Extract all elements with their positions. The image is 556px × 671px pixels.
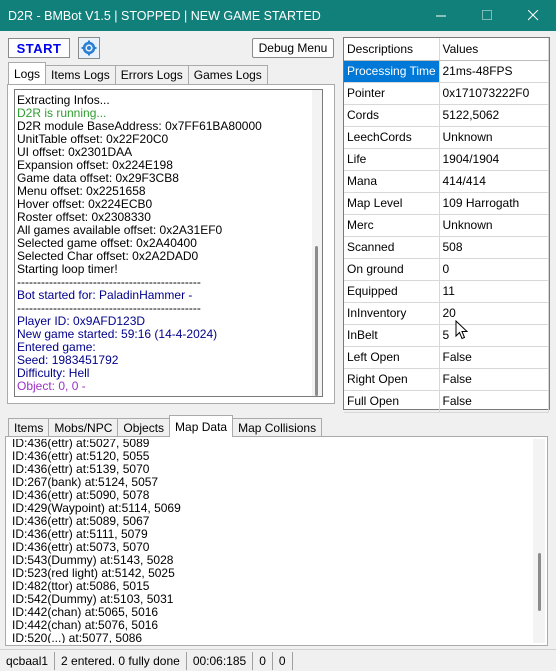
- log-lines: Extracting Infos... D2R is running... D2R …: [15, 90, 322, 393]
- property-row[interactable]: Life 1904/1904: [344, 148, 549, 171]
- property-value[interactable]: 414/414: [439, 170, 549, 193]
- property-key[interactable]: Pointer: [344, 82, 440, 105]
- logs-panel: Extracting Infos... D2R is running... D2R …: [7, 84, 335, 404]
- map-data-panel: ID:436(ettr) at:5027, 5089 ID:436(ettr) a…: [5, 436, 548, 646]
- property-row[interactable]: Processing Time 21ms-48FPS: [344, 60, 549, 83]
- property-row[interactable]: InBelt 5: [344, 324, 549, 347]
- properties-grid: Descriptions Values Processing Time 21ms-…: [343, 37, 550, 413]
- property-value[interactable]: 1904/1904: [439, 148, 549, 171]
- map-data-line: ID:520(...) at:5077, 5086: [12, 631, 143, 644]
- property-value[interactable]: 508: [439, 236, 549, 259]
- status-counter-1: 0: [253, 651, 273, 670]
- map-data-lines: ID:436(ettr) at:5027, 5089 ID:436(ettr) a…: [8, 439, 181, 643]
- property-key[interactable]: Right Open: [344, 368, 440, 391]
- property-row[interactable]: Pointer 0x171073222F0: [344, 82, 549, 105]
- property-key[interactable]: Cords: [344, 104, 440, 127]
- status-time: 00:06:185: [187, 651, 254, 670]
- column-header-descriptions[interactable]: Descriptions: [344, 38, 440, 61]
- property-key[interactable]: On ground: [344, 258, 440, 281]
- minimize-icon[interactable]: [418, 0, 464, 31]
- log-tabs: Logs Items Logs Errors Logs Games Logs: [8, 62, 268, 84]
- property-value[interactable]: Unknown: [439, 126, 549, 149]
- status-counter-2: 0: [273, 651, 293, 670]
- property-value[interactable]: 0: [439, 258, 549, 281]
- tab-games-logs[interactable]: Games Logs: [187, 65, 268, 84]
- property-row[interactable]: LeechCords Unknown: [344, 126, 549, 149]
- property-key[interactable]: Merc: [344, 214, 440, 237]
- property-value[interactable]: Unknown: [439, 214, 549, 237]
- property-row[interactable]: Cords 5122,5062: [344, 104, 549, 127]
- property-key[interactable]: InBelt: [344, 324, 440, 347]
- property-key[interactable]: Mana: [344, 170, 440, 193]
- tab-logs[interactable]: Logs: [8, 62, 47, 84]
- property-key[interactable]: LeechCords: [344, 126, 440, 149]
- property-key[interactable]: Processing Time: [344, 60, 440, 83]
- gear-icon: [81, 40, 97, 56]
- tab-items[interactable]: Items: [8, 418, 50, 437]
- column-header-values[interactable]: Values: [439, 38, 549, 61]
- close-icon[interactable]: [510, 0, 556, 31]
- property-key[interactable]: Scanned: [344, 236, 440, 259]
- property-value[interactable]: 5122,5062: [439, 104, 549, 127]
- property-key[interactable]: Life: [344, 148, 440, 171]
- property-row[interactable]: Map Level 109 Harrogath: [344, 192, 549, 215]
- property-value[interactable]: False: [439, 368, 549, 391]
- map-tabs: Items Mobs/NPC Objects Map Data Map Coll…: [8, 415, 323, 437]
- status-account: qcbaal1: [0, 651, 56, 670]
- log-scrollbar[interactable]: [312, 90, 322, 396]
- property-row[interactable]: Equipped 11: [344, 280, 549, 303]
- mouse-cursor-icon: [455, 320, 469, 340]
- window-title: D2R - BMBot V1.5 | STOPPED | NEW GAME ST…: [8, 8, 321, 23]
- tab-map-collisions[interactable]: Map Collisions: [232, 418, 323, 437]
- tab-objects[interactable]: Objects: [117, 418, 171, 437]
- property-key[interactable]: Left Open: [344, 346, 440, 369]
- maximize-icon: [464, 0, 510, 31]
- settings-button[interactable]: [78, 37, 100, 59]
- tab-map-data[interactable]: Map Data: [169, 415, 234, 437]
- property-key[interactable]: Map Level: [344, 192, 440, 215]
- map-data-textbox[interactable]: ID:436(ettr) at:5027, 5089 ID:436(ettr) a…: [8, 439, 545, 643]
- property-value[interactable]: 109 Harrogath: [439, 192, 549, 215]
- log-textbox[interactable]: Extracting Infos... D2R is running... D2R …: [14, 89, 323, 397]
- title-bar: D2R - BMBot V1.5 | STOPPED | NEW GAME ST…: [0, 0, 556, 31]
- property-value[interactable]: 11: [439, 280, 549, 303]
- property-row[interactable]: Merc Unknown: [344, 214, 549, 237]
- tab-items-logs[interactable]: Items Logs: [45, 65, 116, 84]
- tab-errors-logs[interactable]: Errors Logs: [114, 65, 189, 84]
- property-key[interactable]: Full Open: [344, 390, 440, 413]
- status-games: 2 entered. 0 fully done: [55, 651, 187, 670]
- status-bar: qcbaal1 2 entered. 0 fully done 00:06:18…: [0, 649, 556, 671]
- property-value[interactable]: False: [439, 346, 549, 369]
- map-data-scrollbar[interactable]: [533, 439, 545, 643]
- debug-menu-button[interactable]: Debug Menu: [252, 38, 334, 58]
- property-row[interactable]: Scanned 508: [344, 236, 549, 259]
- property-row[interactable]: On ground 0: [344, 258, 549, 281]
- property-row[interactable]: Right Open False: [344, 368, 549, 391]
- property-row[interactable]: Mana 414/414: [344, 170, 549, 193]
- property-value[interactable]: False: [439, 390, 549, 413]
- property-row[interactable]: InInventory 20: [344, 302, 549, 325]
- tab-mobs-npc[interactable]: Mobs/NPC: [48, 418, 119, 437]
- property-value[interactable]: 0x171073222F0: [439, 82, 549, 105]
- property-value[interactable]: 21ms-48FPS: [439, 60, 549, 83]
- start-button[interactable]: START: [8, 38, 70, 58]
- property-key[interactable]: Equipped: [344, 280, 440, 303]
- property-key[interactable]: InInventory: [344, 302, 440, 325]
- log-line: Object: 0, 0 -: [17, 379, 86, 393]
- property-row[interactable]: Full Open False: [344, 390, 549, 413]
- property-row[interactable]: Left Open False: [344, 346, 549, 369]
